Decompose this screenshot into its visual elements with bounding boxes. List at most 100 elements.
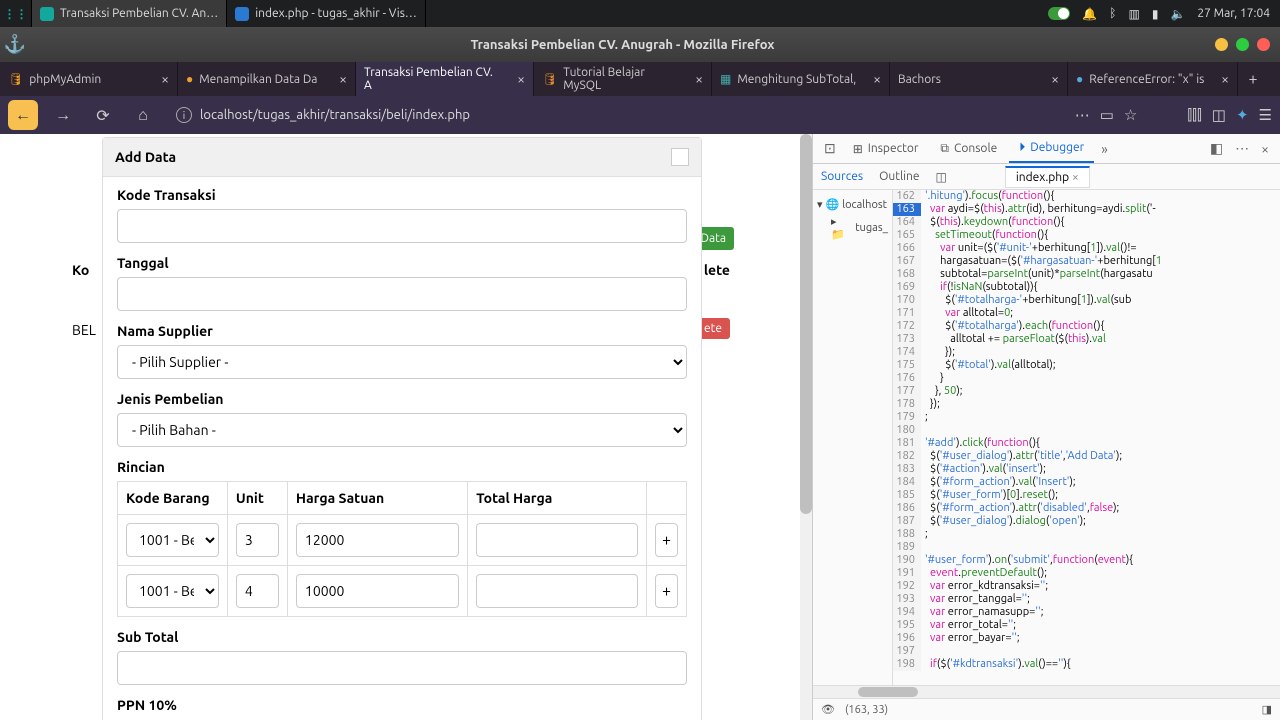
tanggal-input[interactable] <box>117 277 687 311</box>
supplier-label: Nama Supplier <box>117 323 687 339</box>
nav-forward-button[interactable]: → <box>48 100 78 130</box>
add-row-button[interactable]: + <box>655 523 678 557</box>
devtools-menu-icon[interactable]: ⋯ <box>1230 140 1254 157</box>
browser-tabstrip: 🛢phpMyAdmin× ●Menampilkan Data Da× Trans… <box>0 62 1280 96</box>
harga-input[interactable] <box>296 574 459 608</box>
kode-barang-select[interactable]: 1001 - Besi <box>126 523 219 557</box>
devtools-tab-console[interactable]: ⧉Console <box>930 136 1007 162</box>
tanggal-label: Tanggal <box>117 255 687 271</box>
devtools-overflow-icon[interactable]: » <box>1096 141 1113 157</box>
col-kode: Kode Barang <box>118 482 228 515</box>
kode-transaksi-input[interactable] <box>117 209 687 243</box>
taskbar-item-firefox[interactable]: Transaksi Pembelian CV. An… <box>32 0 227 27</box>
devtools-tab-debugger[interactable]: ⏵Debugger <box>1009 135 1094 163</box>
eye-icon[interactable]: 👁 <box>821 703 835 716</box>
taskbar-item-vscode[interactable]: index.php - tugas_akhir - Vis… <box>227 0 426 27</box>
dialog-close-button[interactable] <box>671 148 689 166</box>
inspector-icon: ⊞ <box>853 142 863 156</box>
reader-icon[interactable]: ▭ <box>1100 106 1114 124</box>
panel-toggle-icon[interactable]: ◨ <box>1262 703 1272 716</box>
more-icon[interactable]: ⋯ <box>1075 106 1090 124</box>
table-row: 1001 - Besi + <box>118 515 687 566</box>
devtools-tab-inspector[interactable]: ⊞Inspector <box>843 136 929 162</box>
info-icon[interactable]: i <box>176 107 192 123</box>
browser-tab[interactable]: ▦Menghitung SubTotal,× <box>712 62 890 96</box>
unit-input[interactable] <box>236 523 279 557</box>
browser-tab[interactable]: ●ReferenceError: "x" is× <box>1068 62 1238 96</box>
browser-tab[interactable]: ●Menampilkan Data Da× <box>178 62 356 96</box>
page-scrollbar[interactable] <box>800 134 812 720</box>
outline-tab[interactable]: Outline <box>871 166 927 187</box>
new-tab-button[interactable]: + <box>1238 62 1268 96</box>
cell-fragment: BEL <box>72 322 96 338</box>
harga-input[interactable] <box>296 523 459 557</box>
url-field[interactable]: i localhost/tugas_akhir/transaksi/beli/i… <box>168 100 1065 130</box>
library-icon[interactable]: ⫿⫿⫿ <box>1187 106 1201 124</box>
jenis-label: Jenis Pembelian <box>117 391 687 407</box>
close-icon[interactable]: × <box>517 71 525 87</box>
bluetooth-icon[interactable]: ᛒ <box>1109 7 1116 20</box>
network-icon[interactable]: ▥ <box>1128 7 1139 21</box>
devtools-panel: ⊡ ⊞Inspector ⧉Console ⏵Debugger » ◧ ⋯ × … <box>812 134 1280 720</box>
window-close[interactable] <box>1257 38 1270 51</box>
browser-tab[interactable]: Transaksi Pembelian CV. A× <box>356 62 534 96</box>
close-icon[interactable]: × <box>873 71 881 87</box>
subtotal-label: Sub Total <box>117 629 687 645</box>
code-hscrollbar[interactable] <box>813 685 1280 698</box>
supplier-select[interactable]: - Pilih Supplier - <box>117 345 687 379</box>
rincian-table: Kode Barang Unit Harga Satuan Total Harg… <box>117 481 687 617</box>
unit-input[interactable] <box>236 574 279 608</box>
browser-tab[interactable]: Bachors× <box>890 62 1068 96</box>
source-file-tab[interactable]: index.php × <box>1005 166 1090 188</box>
volume-icon[interactable]: 🔈 <box>1170 7 1185 21</box>
close-icon[interactable]: × <box>695 71 703 87</box>
globe-icon: 🌐 <box>826 198 840 211</box>
browser-tab[interactable]: 🛢Tutorial Belajar MySQL× <box>534 62 712 96</box>
app-menu[interactable]: ⋮⋮ <box>0 0 32 27</box>
devtools-close-icon[interactable]: × <box>1256 141 1274 157</box>
ppn-label: PPN 10% <box>117 697 687 713</box>
source-tree[interactable]: ▾ 🌐localhost ▸ 📁 tugas_ <box>813 190 893 685</box>
url-text: localhost/tugas_akhir/transaksi/beli/ind… <box>200 108 470 122</box>
sources-tab[interactable]: Sources <box>813 166 871 187</box>
extension-icon[interactable]: ✦ <box>1236 106 1249 124</box>
clock[interactable]: 27 Mar, 17:04 <box>1197 7 1270 20</box>
kode-barang-select[interactable]: 1001 - Besi <box>126 574 219 608</box>
close-icon[interactable]: × <box>1072 171 1079 184</box>
browser-tab[interactable]: 🛢phpMyAdmin× <box>0 62 178 96</box>
app-logo: ⚓ <box>0 34 30 55</box>
source-code-view[interactable]: 162'.hitung').focus(function(){163 var a… <box>893 190 1280 685</box>
add-data-dialog: Add Data Kode Transaksi Tanggal Nama Sup… <box>102 137 702 720</box>
menu-icon[interactable]: ☰ <box>1259 106 1272 124</box>
panel-toggle-icon[interactable]: ◫ <box>928 166 955 188</box>
taskbar-label: Transaksi Pembelian CV. An… <box>60 7 218 20</box>
console-icon: ⧉ <box>940 142 949 156</box>
close-icon[interactable]: × <box>339 71 347 87</box>
jenis-select[interactable]: - Pilih Bahan - <box>117 413 687 447</box>
total-input[interactable] <box>476 523 638 557</box>
nav-back-button[interactable]: ← <box>8 100 38 130</box>
close-icon[interactable]: × <box>161 71 169 87</box>
star-icon[interactable]: ☆ <box>1124 106 1137 124</box>
sidebar-icon[interactable]: ◫ <box>1212 106 1226 124</box>
subtotal-input[interactable] <box>117 651 687 685</box>
window-titlebar: ⚓ Transaksi Pembelian CV. Anugrah - Mozi… <box>0 27 1280 62</box>
toggle-icon[interactable] <box>1048 7 1070 20</box>
window-minimize[interactable] <box>1215 38 1228 51</box>
nav-reload-button[interactable]: ⟳ <box>88 100 118 130</box>
close-icon[interactable]: × <box>1051 71 1059 87</box>
nav-home-button[interactable]: ⌂ <box>128 100 158 130</box>
table-row: 1001 - Besi + <box>118 566 687 617</box>
debugger-icon: ⏵ <box>1019 141 1025 155</box>
devtools-picker-icon[interactable]: ⊡ <box>819 140 841 157</box>
bell-icon[interactable]: 🔔 <box>1082 7 1097 21</box>
total-input[interactable] <box>476 574 638 608</box>
close-icon[interactable]: × <box>1221 71 1229 87</box>
dialog-title: Add Data <box>115 149 176 165</box>
window-maximize[interactable] <box>1236 38 1249 51</box>
cursor-position: (163, 33) <box>845 704 888 716</box>
add-row-button[interactable]: + <box>655 574 678 608</box>
devtools-dock-icon[interactable]: ◧ <box>1205 140 1228 157</box>
battery-icon[interactable]: ▮ <box>1152 7 1159 21</box>
column-header-fragment: Ko <box>72 262 89 278</box>
